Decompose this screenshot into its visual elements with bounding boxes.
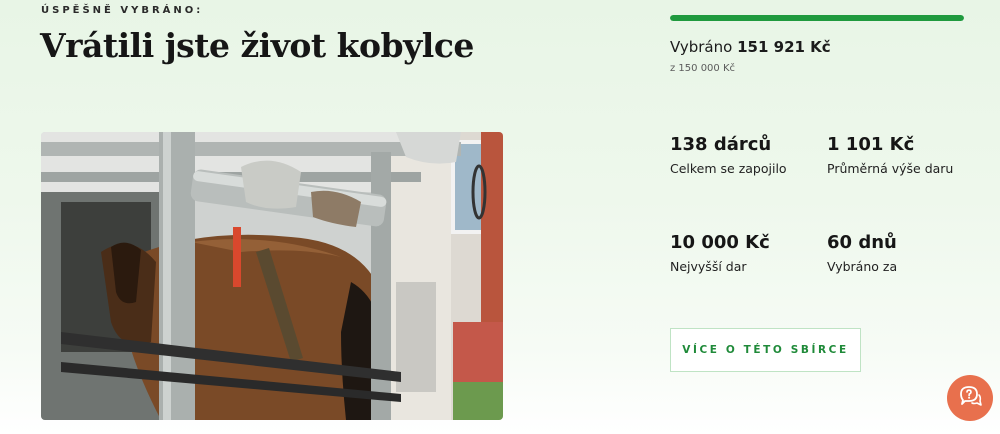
campaign-photo [41, 132, 503, 420]
stat-donors: 138 dárců Celkem se zapojilo [670, 134, 787, 176]
stat-label: Průměrná výše daru [827, 161, 954, 176]
stat-label: Vybráno za [827, 259, 898, 274]
success-eyebrow: ÚSPĚŠNĚ VYBRÁNO: [41, 5, 204, 16]
goal-amount: z 150 000 Kč [670, 63, 736, 74]
raised-amount-text: Vybráno 151 921 Kč [670, 38, 831, 56]
funding-progress-fill [670, 15, 964, 21]
stat-label: Nejvyšší dar [670, 259, 747, 274]
funding-progress-bar [670, 15, 964, 21]
more-about-campaign-button[interactable]: VÍCE O TÉTO SBÍRCE [670, 328, 861, 372]
stat-duration: 60 dnů Vybráno za [827, 232, 897, 274]
stat-value: 1 101 Kč [827, 134, 915, 155]
help-chat-button[interactable] [947, 375, 993, 421]
raised-amount: 151 921 Kč [737, 38, 831, 56]
stat-average-donation: 1 101 Kč Průměrná výše daru [827, 134, 953, 176]
stat-highest-donation: 10 000 Kč Nejvyšší dar [670, 232, 770, 274]
stat-label: Celkem se zapojilo [670, 161, 787, 176]
stat-value: 10 000 Kč [670, 232, 770, 253]
raised-prefix: Vybráno [670, 38, 733, 56]
help-chat-icon [957, 383, 983, 413]
stat-value: 60 dnů [827, 232, 897, 253]
page-title: Vrátili jste život kobylce [40, 26, 474, 65]
stat-value: 138 dárců [670, 134, 772, 155]
